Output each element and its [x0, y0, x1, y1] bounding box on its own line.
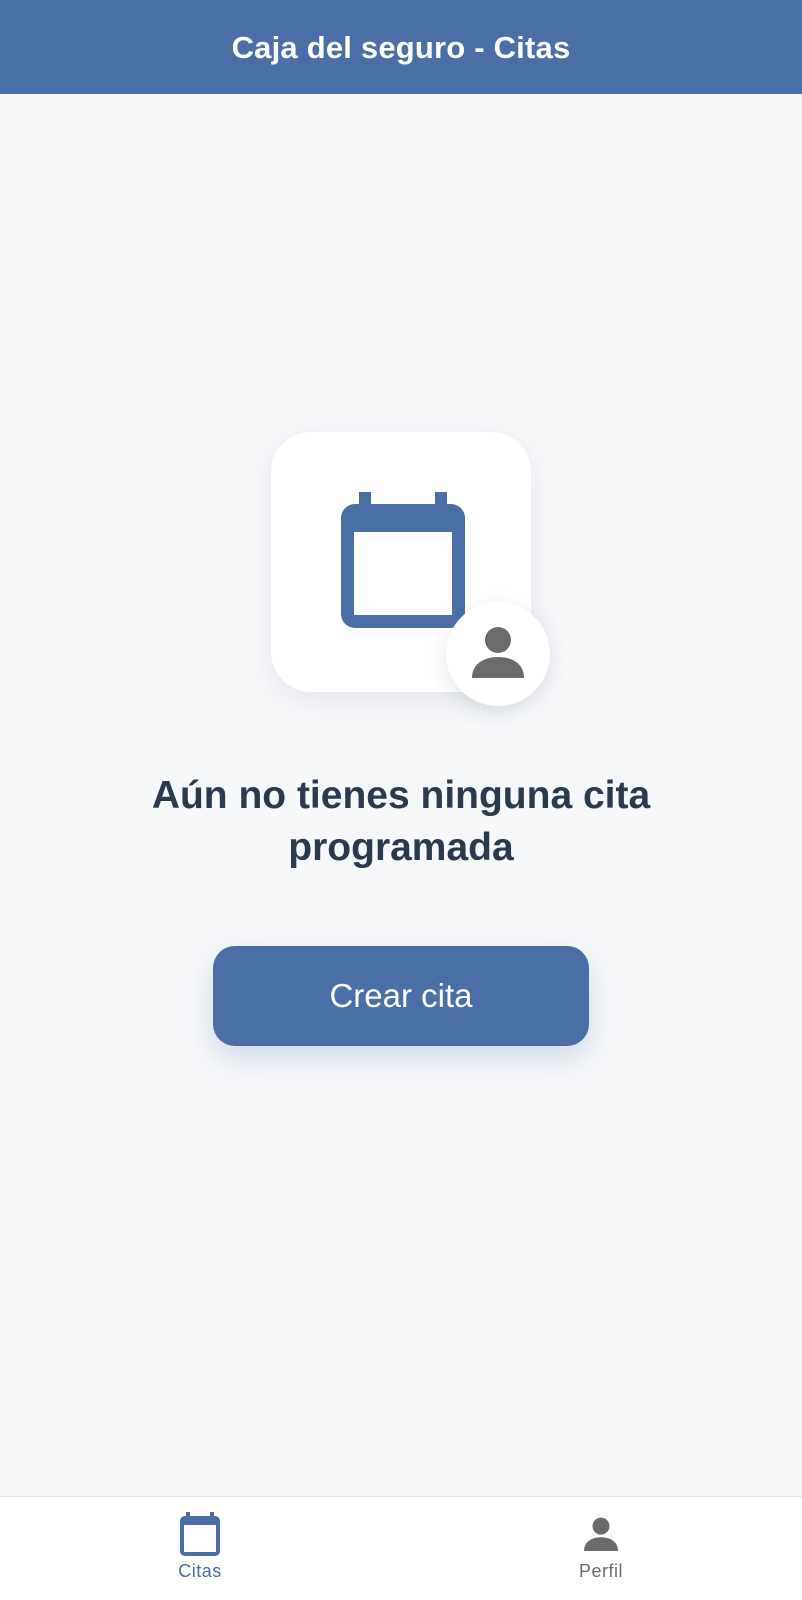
- person-icon: [472, 626, 524, 683]
- calendar-icon: [180, 1511, 220, 1557]
- calendar-icon: [337, 492, 465, 628]
- tab-perfil[interactable]: Perfil: [541, 1511, 661, 1591]
- empty-state-message: Aún no tienes ninguna cita programada: [151, 774, 651, 869]
- person-icon: [584, 1511, 618, 1557]
- tab-label-citas: Citas: [178, 1561, 222, 1581]
- create-appointment-button[interactable]: Crear cita: [213, 946, 589, 1046]
- bottom-tab-bar: Citas Perfil: [0, 1496, 802, 1600]
- empty-state-illustration: [271, 432, 553, 712]
- page-title: Caja del seguro - Citas: [231, 30, 571, 65]
- app-header: Caja del seguro - Citas: [0, 0, 802, 94]
- tab-citas[interactable]: Citas: [140, 1511, 260, 1591]
- person-badge: [446, 602, 550, 706]
- empty-state: Aún no tienes ninguna cita programada Cr…: [0, 94, 802, 1496]
- tab-label-perfil: Perfil: [578, 1561, 623, 1581]
